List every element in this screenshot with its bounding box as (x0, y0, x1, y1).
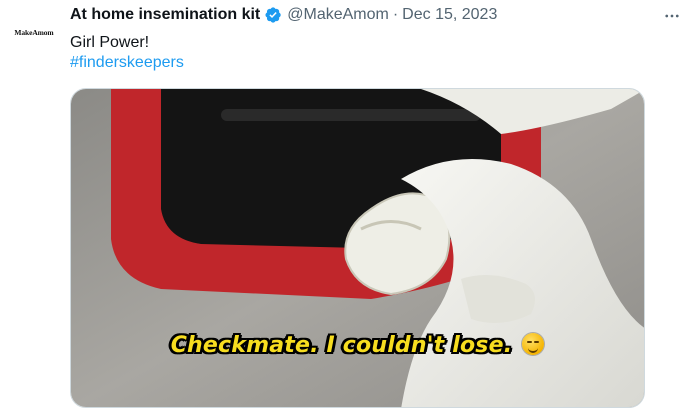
handle[interactable]: @MakeAmom (287, 6, 389, 24)
display-name[interactable]: At home insemination kit (70, 6, 260, 24)
avatar-logo-text: MakeAmom (14, 27, 54, 37)
caption-text: Checkmate. I couldn't lose. (170, 333, 513, 358)
hashtag-link[interactable]: #finderskeepers (70, 53, 184, 73)
avatar[interactable]: MakeAmom (12, 10, 56, 54)
timestamp[interactable]: Dec 15, 2023 (402, 6, 497, 24)
verified-badge-icon (264, 6, 282, 24)
smirk-emoji-icon (522, 333, 545, 355)
tweet-header: At home insemination kit @MakeAmom · Dec… (70, 4, 660, 26)
video-caption: Checkmate. I couldn't lose. (71, 333, 644, 358)
more-horizontal-icon[interactable] (658, 2, 686, 30)
tweet-media[interactable]: Checkmate. I couldn't lose. (70, 88, 645, 408)
tweet-text: Girl Power! (70, 34, 150, 51)
media-image (71, 89, 644, 407)
separator-dot: · (392, 6, 399, 23)
